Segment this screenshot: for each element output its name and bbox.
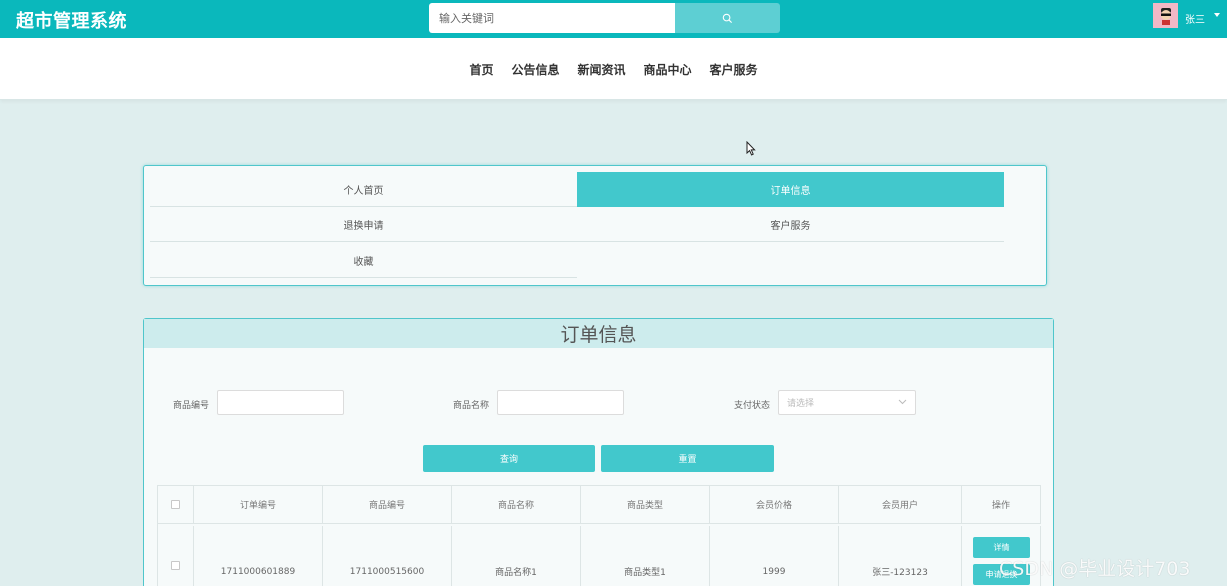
column-header: 会员价格 — [710, 485, 839, 524]
menu-item-returns[interactable]: 退换申请 — [150, 207, 577, 242]
product-no-input[interactable] — [217, 390, 344, 415]
pay-status-placeholder: 请选择 — [787, 399, 815, 409]
search-button[interactable] — [675, 3, 780, 33]
nav-item-news[interactable]: 新闻资讯 — [568, 61, 634, 78]
search-icon — [722, 13, 733, 23]
product-name-cell: 商品名称1 — [452, 526, 581, 586]
product-no-label: 商品编号 — [173, 401, 210, 411]
row-select-cell — [158, 526, 194, 586]
menu-item-service[interactable]: 客户服务 — [577, 207, 1004, 242]
search-bar — [429, 3, 780, 33]
nav-item-products[interactable]: 商品中心 — [635, 61, 701, 78]
app-title: 超市管理系统 — [16, 11, 127, 32]
search-input[interactable] — [429, 3, 675, 33]
column-header: 会员用户 — [839, 485, 962, 524]
menu-item-favorites[interactable]: 收藏 — [150, 243, 577, 278]
top-bar: 超市管理系统 张三 — [0, 0, 1227, 38]
username[interactable]: 张三 — [1185, 11, 1205, 26]
nav-item-home[interactable]: 首页 — [460, 61, 502, 78]
main-navbar: 首页 公告信息 新闻资讯 商品中心 客户服务 — [0, 38, 1227, 100]
reset-button[interactable]: 重置 — [601, 445, 774, 472]
select-all-checkbox[interactable] — [171, 500, 180, 509]
product-no-cell: 1711000515600 — [323, 526, 452, 586]
pay-status-select[interactable]: 请选择 — [778, 390, 916, 415]
product-type-cell: 商品类型1 — [581, 526, 710, 586]
nav-item-service[interactable]: 客户服务 — [701, 61, 767, 78]
menu-item-profile[interactable]: 个人首页 — [150, 172, 577, 207]
orders-panel: 订单信息 商品编号 商品名称 支付状态 请选择 查询 重置 订单编号 商品编号 … — [143, 318, 1054, 586]
column-header: 订单编号 — [194, 485, 323, 524]
order-no-cell: 1711000601889 — [194, 526, 323, 586]
watermark-text: CSDN @毕业设计703 — [999, 558, 1191, 580]
select-all-cell — [158, 485, 194, 524]
column-header: 商品名称 — [452, 485, 581, 524]
chevron-down-icon[interactable] — [1214, 13, 1220, 17]
product-name-input[interactable] — [497, 390, 624, 415]
chevron-down-icon — [898, 399, 907, 405]
query-button[interactable]: 查询 — [423, 445, 595, 472]
user-avatar-icon — [1160, 7, 1171, 25]
panel-title: 订单信息 — [144, 319, 1053, 348]
orders-table: 订单编号 商品编号 商品名称 商品类型 会员价格 会员用户 操作 1711000… — [157, 485, 1041, 586]
mouse-cursor-icon — [746, 141, 756, 156]
pay-status-label: 支付状态 — [734, 401, 771, 411]
column-header: 操作 — [962, 485, 1041, 524]
menu-item-orders[interactable]: 订单信息 — [577, 172, 1004, 207]
member-cell: 张三-123123 — [839, 526, 962, 586]
avatar[interactable] — [1153, 3, 1178, 28]
user-menu-card: 个人首页 订单信息 退换申请 客户服务 收藏 — [143, 165, 1047, 286]
row-checkbox[interactable] — [171, 561, 180, 570]
column-header: 商品编号 — [323, 485, 452, 524]
nav-item-notice[interactable]: 公告信息 — [502, 61, 568, 78]
price-cell: 1999 — [710, 526, 839, 586]
column-header: 商品类型 — [581, 485, 710, 524]
product-name-label: 商品名称 — [453, 401, 490, 411]
